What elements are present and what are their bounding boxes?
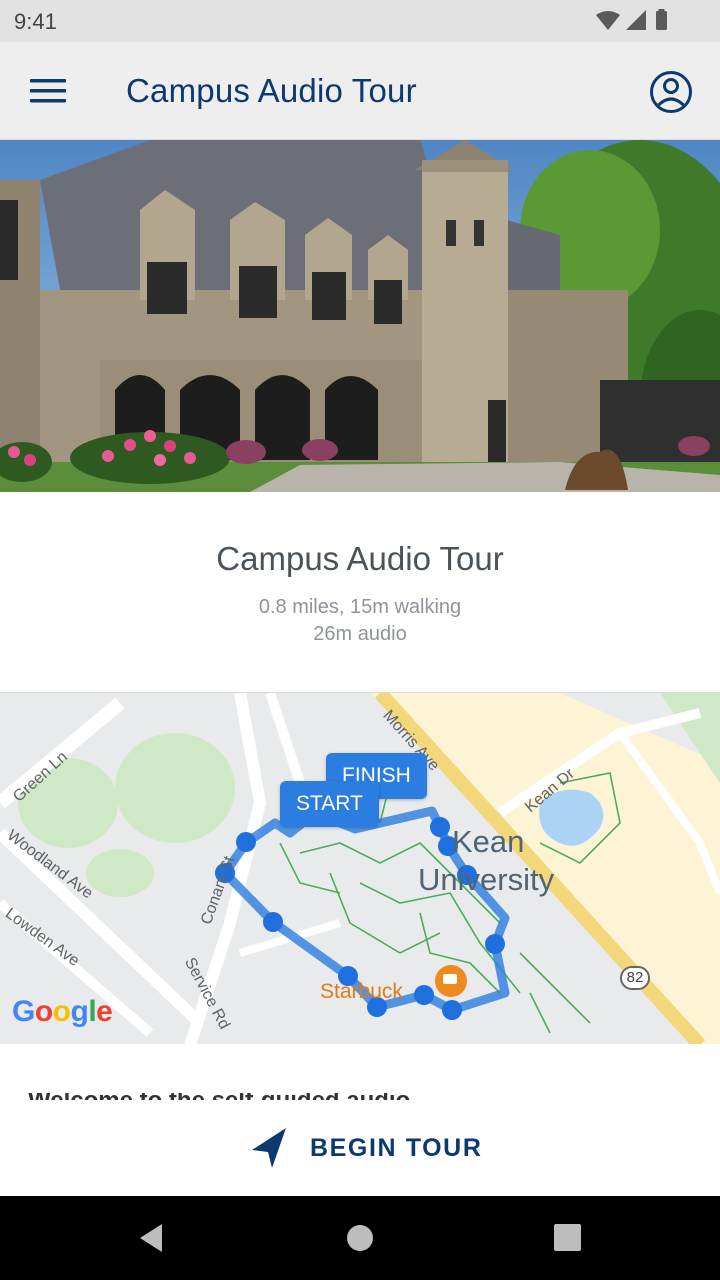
hamburger-menu-icon [30, 79, 66, 103]
campus-building-photo [0, 140, 720, 492]
navigation-arrow-icon [252, 1128, 286, 1168]
hero-image [0, 140, 720, 492]
battery-icon [656, 11, 667, 30]
google-logo: Google [12, 995, 113, 1028]
map-label-kean-university: Kean University [418, 824, 555, 897]
start-marker[interactable]: START [280, 781, 379, 827]
menu-button[interactable] [22, 65, 74, 117]
status-time: 9:41 [14, 9, 57, 34]
map-label-starbucks: Starbuck [320, 980, 403, 1003]
status-icons [596, 9, 667, 30]
begin-tour-bar: BEGIN TOUR [0, 1100, 720, 1196]
tour-audio-duration: 26m audio [313, 623, 407, 645]
account-circle-icon [650, 71, 692, 113]
recents-square-icon [554, 1224, 581, 1251]
app-bar: Campus Audio Tour [0, 42, 720, 140]
home-button[interactable] [342, 1220, 378, 1256]
wifi-icon [596, 11, 620, 30]
status-bar: 9:41 [0, 0, 720, 42]
tour-title: Campus Audio Tour [216, 540, 504, 577]
system-navigation-bar [0, 1196, 720, 1280]
tour-map[interactable]: Green Ln Woodland Ave Lowden Ave Conant … [0, 692, 720, 1044]
account-button[interactable] [644, 65, 698, 119]
begin-tour-button[interactable]: BEGIN TOUR [248, 1122, 488, 1174]
back-triangle-icon [140, 1224, 162, 1252]
recents-button[interactable] [550, 1220, 586, 1256]
begin-tour-label: BEGIN TOUR [310, 1133, 483, 1162]
app-title: Campus Audio Tour [126, 72, 417, 109]
route-82-shield: 82 [620, 966, 650, 990]
home-circle-icon [347, 1225, 373, 1251]
cell-signal-icon [626, 10, 646, 30]
tour-distance: 0.8 miles, 15m walking [258, 596, 462, 618]
back-button[interactable] [134, 1220, 170, 1256]
